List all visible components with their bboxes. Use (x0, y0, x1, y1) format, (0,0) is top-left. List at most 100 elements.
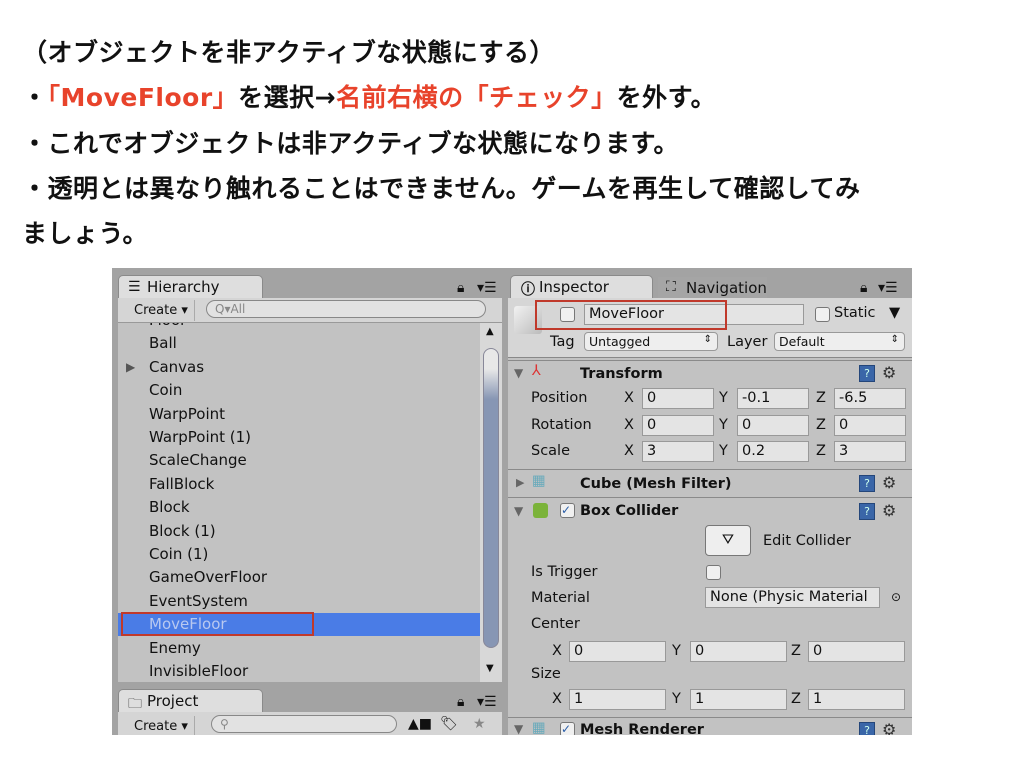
project-create-button[interactable]: Create ▾ (128, 716, 195, 735)
center-label: Center (531, 616, 580, 632)
hierarchy-item[interactable]: WarpPoint (1) (149, 426, 251, 449)
scroll-thumb[interactable] (483, 348, 499, 648)
filter-type-icon[interactable]: ▲■ (408, 716, 432, 732)
hierarchy-item[interactable]: InvisibleFloor (149, 660, 248, 682)
axis-label: X (624, 390, 634, 406)
star-icon[interactable]: ★ (473, 716, 486, 732)
expand-arrow-icon[interactable]: ▶ (516, 476, 524, 489)
list-icon: ☰ (128, 279, 141, 295)
hierarchy-item[interactable]: ScaleChange (149, 449, 247, 472)
hierarchy-item[interactable]: Enemy (149, 637, 201, 660)
layer-select[interactable]: Default ⇕ (774, 332, 905, 351)
edit-collider-button[interactable]: ⛛ (705, 525, 751, 556)
slide-text: （オブジェクトを非アクティブな状態にする） (22, 38, 556, 67)
rotation-x-input[interactable]: 0 (642, 414, 714, 436)
help-icon[interactable]: ? (859, 365, 875, 382)
axis-label: Y (672, 691, 681, 707)
gear-icon[interactable]: ⚙ (882, 501, 896, 520)
tag-select[interactable]: Untagged ⇕ (584, 332, 718, 351)
mesh-filter-icon: ▦ (532, 473, 546, 489)
static-checkbox[interactable] (815, 307, 830, 322)
is-trigger-label: Is Trigger (531, 564, 598, 580)
is-trigger-checkbox[interactable] (706, 565, 721, 580)
size-x-input[interactable]: 1 (569, 689, 666, 710)
rotation-y-input[interactable]: 0 (737, 414, 809, 436)
scale-x-input[interactable]: 3 (642, 441, 714, 462)
scrollbar[interactable]: ▲ ▼ (480, 323, 502, 682)
axis-label: Z (816, 390, 826, 406)
rotation-z-input[interactable]: 0 (834, 414, 906, 436)
info-icon: ⓘ (521, 282, 535, 298)
tab-navigation[interactable]: ⛶ Navigation (658, 277, 767, 299)
position-x-input[interactable]: 0 (642, 388, 714, 409)
slide-line: ・透明とは異なり触れることはできません。ゲームを再生して確認してみ (22, 169, 861, 205)
hierarchy-item[interactable]: GameOverFloor (149, 566, 267, 589)
material-field[interactable]: None (Physic Material (705, 587, 880, 608)
hierarchy-item[interactable]: Block (1) (149, 520, 216, 543)
hierarchy-item[interactable]: Ball (149, 332, 177, 355)
tab-project[interactable]: 🗀 Project (118, 689, 263, 713)
expand-arrow-icon[interactable]: ▶ (126, 360, 135, 374)
static-dropdown-icon[interactable]: ▼ (889, 305, 900, 321)
box-collider-title: Box Collider (580, 503, 679, 519)
size-z-input[interactable]: 1 (808, 689, 905, 710)
center-z-input[interactable]: 0 (808, 641, 905, 662)
layer-label: Layer (727, 334, 768, 350)
hierarchy-item[interactable]: Floor (149, 323, 186, 332)
panel-menu-icon[interactable]: ▾☰ (477, 280, 497, 296)
hierarchy-item[interactable]: FallBlock (149, 473, 214, 496)
tab-inspector[interactable]: ⓘ Inspector (510, 275, 653, 299)
lock-icon[interactable]: 🔒︎ (457, 280, 464, 296)
mesh-renderer-checkbox[interactable]: ✓ (560, 722, 575, 735)
help-icon[interactable]: ? (859, 475, 875, 492)
slide-line: （オブジェクトを非アクティブな状態にする） (22, 33, 555, 69)
help-icon[interactable]: ? (859, 722, 875, 735)
hierarchy-item[interactable]: Canvas (149, 356, 204, 379)
box-collider-checkbox[interactable]: ✓ (560, 503, 575, 518)
help-icon[interactable]: ? (859, 503, 875, 520)
panel-menu-icon[interactable]: ▾☰ (477, 694, 497, 710)
tag-icon[interactable]: 🏷︎ (440, 716, 458, 732)
gear-icon[interactable]: ⚙ (882, 473, 896, 492)
center-y-input[interactable]: 0 (690, 641, 787, 662)
collapse-arrow-icon[interactable]: ▼ (514, 504, 523, 518)
position-z-input[interactable]: -6.5 (834, 388, 906, 409)
hierarchy-search-input[interactable]: Q▾All (206, 300, 486, 318)
static-label: Static (834, 305, 876, 321)
collapse-arrow-icon[interactable]: ▼ (514, 722, 523, 735)
create-button[interactable]: Create ▾ (128, 300, 195, 321)
axis-label: Y (672, 643, 681, 659)
position-y-input[interactable]: -0.1 (737, 388, 809, 409)
project-search-input[interactable]: ⚲ (211, 715, 397, 733)
hierarchy-item[interactable]: EventSystem (149, 590, 248, 613)
hierarchy-item[interactable]: Coin (149, 379, 182, 402)
scale-y-input[interactable]: 0.2 (737, 441, 809, 462)
hierarchy-item[interactable]: Coin (1) (149, 543, 208, 566)
slide-text: ・透明とは異なり触れることはできません。ゲームを再生して確認してみ (22, 174, 861, 203)
highlight-box (535, 300, 727, 330)
hierarchy-item[interactable]: WarpPoint (149, 403, 225, 426)
tab-hierarchy[interactable]: ☰ Hierarchy (118, 275, 263, 299)
slide-line: ・「MoveFloor」を選択→名前右横の「チェック」を外す。 (22, 78, 716, 114)
tag-label: Tag (550, 334, 575, 350)
object-picker-icon[interactable]: ⊙ (891, 590, 901, 604)
axis-label: Y (719, 416, 728, 433)
unity-screenshot: ☰Hierarchy 🔒︎ ▾☰ Create ▾ Q▾All FloorBal… (112, 268, 912, 735)
center-x-input[interactable]: 0 (569, 641, 666, 662)
size-y-input[interactable]: 1 (690, 689, 787, 710)
axis-label: Y (719, 443, 728, 459)
lock-icon[interactable]: 🔒︎ (457, 694, 464, 710)
edit-collider-icon: ⛛ (721, 532, 735, 548)
slide-line: ましょう。 (22, 214, 148, 250)
navigation-icon: ⛶ (666, 279, 676, 295)
size-label: Size (531, 666, 561, 682)
gear-icon[interactable]: ⚙ (882, 363, 896, 382)
slide-text: を選択→ (238, 83, 337, 112)
panel-menu-icon[interactable]: ▾☰ (878, 280, 898, 296)
hierarchy-item[interactable]: Block (149, 496, 190, 519)
gear-icon[interactable]: ⚙ (882, 720, 896, 735)
lock-icon[interactable]: 🔒︎ (860, 280, 867, 296)
slide-text: ましょう。 (22, 219, 149, 248)
scale-z-input[interactable]: 3 (834, 441, 906, 462)
collapse-arrow-icon[interactable]: ▼ (514, 366, 523, 380)
